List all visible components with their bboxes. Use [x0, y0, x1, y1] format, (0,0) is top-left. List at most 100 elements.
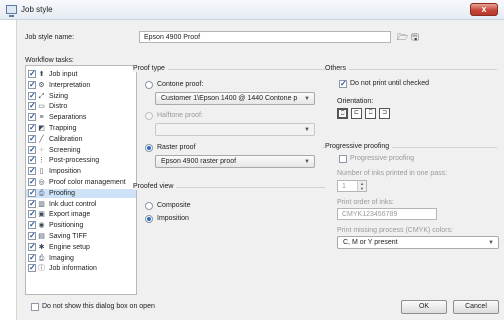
task-checkbox[interactable] — [28, 199, 36, 208]
task-checkbox[interactable] — [28, 69, 36, 78]
missing-colors-value: C, M or Y present — [343, 239, 398, 246]
missing-colors-select[interactable]: C, M or Y present ▼ — [337, 236, 499, 249]
task-checkbox[interactable] — [28, 80, 36, 89]
dont-show-checkbox[interactable] — [31, 303, 39, 311]
engine-setup-icon: ✱ — [38, 243, 45, 251]
task-item[interactable]: ⁘ Screening — [26, 145, 136, 155]
inks-per-pass-stepper[interactable]: 1 ▲ ▼ — [337, 180, 367, 192]
task-checkbox[interactable] — [28, 263, 36, 273]
task-label: Proof color management — [49, 179, 126, 186]
task-label: Separations — [49, 114, 87, 122]
task-checkbox[interactable] — [28, 145, 36, 154]
chevron-down-icon: ▼ — [304, 159, 310, 165]
task-checkbox[interactable] — [28, 177, 36, 186]
contone-proof-radio[interactable] — [145, 81, 153, 89]
ok-button[interactable]: OK — [401, 300, 447, 314]
missing-colors-label: Print missing process (CMYK) colors: — [337, 227, 453, 234]
print-order-label: Print order of inks: — [337, 199, 394, 206]
imposition-radio[interactable] — [145, 215, 153, 223]
task-item[interactable]: ⤢ Sizing — [26, 91, 136, 101]
task-label: Engine setup — [49, 243, 90, 251]
task-checkbox[interactable] — [28, 155, 36, 165]
proofed-view-title: Proofed view — [133, 183, 177, 190]
task-checkbox[interactable] — [28, 253, 36, 262]
task-checkbox[interactable] — [28, 166, 36, 176]
composite-radio[interactable] — [145, 202, 153, 210]
contone-proof-select[interactable]: Customer 1\Epson 1400 @ 1440 Contone p ▼ — [155, 92, 315, 105]
app-window-icon — [6, 5, 17, 17]
stepper-down-icon[interactable]: ▼ — [357, 186, 366, 191]
task-item[interactable]: ◩ Trapping — [26, 123, 136, 133]
trapping-icon: ◩ — [38, 125, 45, 132]
task-checkbox[interactable] — [28, 112, 36, 122]
task-item[interactable]: ⓘ Job information — [26, 263, 136, 273]
save-icon[interactable]: 🖫 — [410, 32, 420, 42]
task-item[interactable]: ◉ Positioning — [26, 220, 136, 230]
task-item[interactable]: ▭ Distro — [26, 101, 136, 111]
task-checkbox[interactable] — [28, 242, 36, 251]
task-item[interactable]: ◎ Proof color management — [26, 177, 136, 187]
task-label: Post-processing — [49, 157, 100, 165]
job-input-icon: ⬆ — [38, 71, 45, 78]
task-item[interactable]: ⚙ Interpretation — [26, 80, 136, 90]
chevron-down-icon: ▼ — [488, 240, 494, 246]
task-checkbox[interactable] — [28, 123, 36, 132]
task-checkbox[interactable] — [28, 220, 36, 230]
imposition-icon: ▯ — [39, 168, 44, 176]
task-item[interactable]: ╱ Calibration — [26, 134, 136, 144]
task-label: Imaging — [49, 254, 74, 262]
task-label: Proofing — [49, 189, 76, 197]
orientation-portrait-icon[interactable]: ⎕ — [337, 108, 348, 119]
task-label: Trapping — [49, 125, 77, 132]
close-button[interactable]: x — [470, 3, 498, 16]
cancel-button[interactable]: Cancel — [453, 300, 499, 314]
open-folder-icon[interactable]: 🗁 — [397, 32, 408, 42]
proof-type-title: Proof type — [133, 65, 168, 72]
task-checkbox[interactable] — [28, 188, 36, 197]
print-order-input[interactable]: CMYK123456789 — [337, 208, 437, 220]
raster-proof-label: Raster proof — [157, 144, 196, 151]
task-item[interactable]: ▥ Ink duct control — [26, 199, 136, 209]
task-checkbox[interactable] — [28, 209, 36, 219]
task-item[interactable]: ⎙ Imaging — [26, 253, 136, 263]
workflow-tasks-label: Workflow tasks: — [25, 57, 74, 64]
chevron-down-icon: ▼ — [304, 96, 310, 102]
task-item[interactable]: ▤ Saving TIFF — [26, 231, 136, 241]
task-item[interactable]: ≡ Separations — [26, 112, 136, 122]
raster-proof-radio[interactable] — [145, 144, 153, 152]
task-item[interactable]: ⎙ Proofing — [26, 188, 136, 198]
halftone-proof-select[interactable]: ▼ — [155, 123, 315, 136]
interpretation-icon: ⚙ — [38, 81, 45, 89]
task-item[interactable]: ⋮ Post-processing — [26, 155, 136, 165]
job-style-name-input[interactable]: Epson 4900 Proof — [139, 31, 391, 43]
post-processing-icon: ⋮ — [38, 157, 45, 165]
task-label: Calibration — [49, 135, 83, 143]
orientation-landscape-icon[interactable]: ⊏ — [351, 108, 362, 119]
export-image-icon: ▣ — [38, 211, 45, 219]
raster-proof-value: Epson 4900 raster proof — [161, 158, 237, 165]
raster-proof-select[interactable]: Epson 4900 raster proof ▼ — [155, 155, 315, 168]
task-checkbox[interactable] — [28, 231, 36, 240]
halftone-proof-radio[interactable] — [145, 112, 153, 120]
task-checkbox[interactable] — [28, 101, 36, 111]
ink-duct-icon: ▥ — [38, 200, 45, 208]
task-item[interactable]: ✱ Engine setup — [26, 242, 136, 252]
task-label: Job information — [49, 265, 97, 273]
imposition-label: Imposition — [157, 215, 189, 222]
task-item[interactable]: ⬆ Job input — [26, 69, 136, 79]
inks-per-pass-label: Number of inks printed in one pass: — [337, 170, 448, 177]
progressive-proofing-checkbox[interactable] — [339, 155, 347, 163]
do-not-print-checkbox[interactable] — [339, 79, 347, 88]
sizing-icon: ⤢ — [38, 92, 45, 100]
orientation-rotated-portrait-icon[interactable]: ⎕ — [365, 108, 376, 119]
window-title: Job style — [21, 5, 53, 14]
task-item[interactable]: ▣ Export image — [26, 209, 136, 219]
workflow-tasks-list[interactable]: ⬆Job input⚙Interpretation⤢Sizing▭Distro≡… — [25, 65, 137, 295]
task-item[interactable]: ▯ Imposition — [26, 166, 136, 176]
orientation-rotated-landscape-icon[interactable]: ⊐ — [379, 108, 390, 119]
color-management-icon: ◎ — [38, 179, 45, 186]
task-label: Export image — [49, 211, 91, 219]
task-checkbox[interactable] — [28, 134, 36, 143]
task-label: Screening — [49, 146, 81, 154]
task-checkbox[interactable] — [28, 91, 36, 100]
